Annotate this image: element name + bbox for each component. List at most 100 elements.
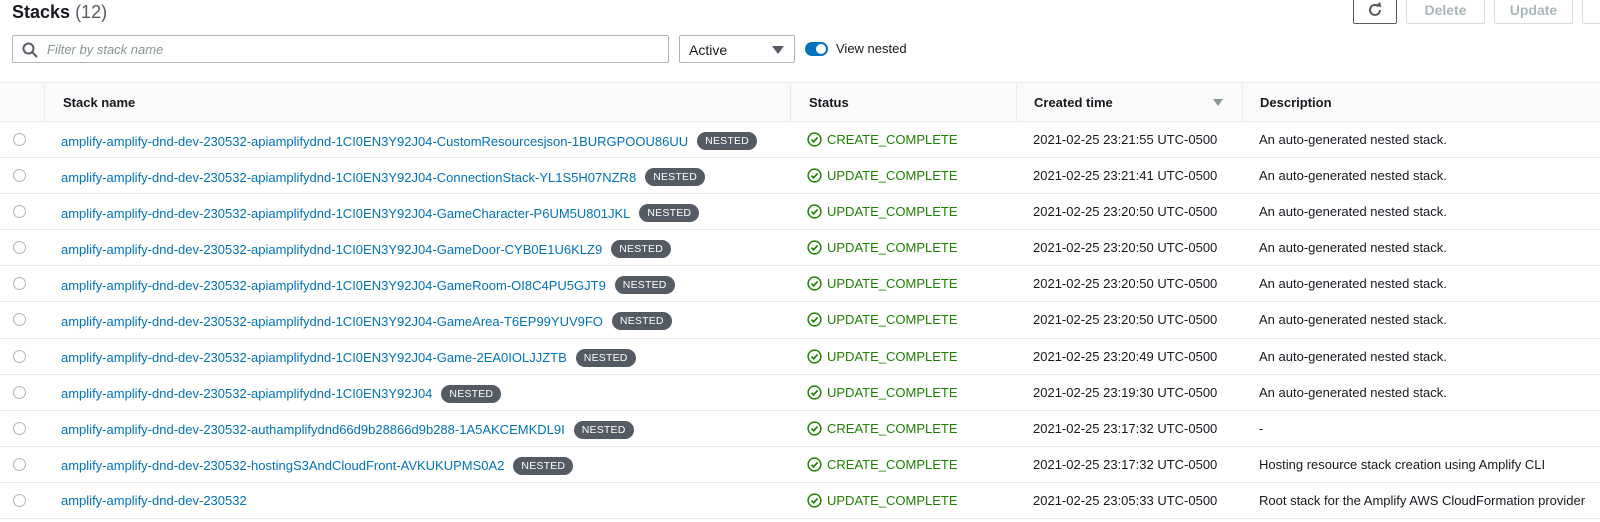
created-time-cell: 2021-02-25 23:21:55 UTC-0500: [1033, 132, 1218, 147]
update-button[interactable]: Update: [1494, 0, 1573, 24]
status-cell: CREATE_COMPLETE: [807, 421, 958, 436]
more-actions-button[interactable]: [1582, 0, 1600, 24]
stack-name-link[interactable]: amplify-amplify-dnd-dev-230532-apiamplif…: [61, 170, 636, 185]
created-time-cell: 2021-02-25 23:21:41 UTC-0500: [1033, 168, 1218, 184]
view-nested-label: View nested: [836, 41, 907, 56]
table-row[interactable]: amplify-amplify-dnd-dev-230532-apiamplif…: [0, 194, 1600, 231]
status-cell: UPDATE_COMPLETE: [807, 204, 958, 219]
column-header-description[interactable]: Description: [1242, 83, 1600, 122]
table-row[interactable]: amplify-amplify-dnd-dev-230532-apiamplif…: [0, 122, 1600, 159]
sort-down-icon[interactable]: [1213, 99, 1223, 106]
stack-name-cell: amplify-amplify-dnd-dev-230532-authampli…: [61, 420, 634, 439]
table-header: Stack name Status Created time Descripti…: [0, 82, 1600, 122]
row-select-radio[interactable]: [13, 277, 26, 291]
row-select-radio[interactable]: [13, 133, 26, 146]
check-circle-icon: [807, 493, 822, 508]
row-select-radio[interactable]: [13, 169, 26, 183]
description-cell: An auto-generated nested stack.: [1259, 348, 1447, 364]
description-cell: An auto-generated nested stack.: [1259, 276, 1447, 292]
table-row[interactable]: amplify-amplify-dnd-dev-230532-apiamplif…: [0, 302, 1600, 339]
table-row[interactable]: amplify-amplify-dnd-dev-230532-apiamplif…: [0, 266, 1600, 303]
row-select-radio[interactable]: [13, 313, 26, 327]
stack-name-link[interactable]: amplify-amplify-dnd-dev-230532-apiamplif…: [61, 134, 688, 149]
check-circle-icon: [807, 240, 822, 255]
table-row[interactable]: amplify-amplify-dnd-dev-230532-apiamplif…: [0, 339, 1600, 375]
search-box[interactable]: [12, 35, 669, 63]
status-cell: UPDATE_COMPLETE: [807, 312, 958, 327]
status-cell: UPDATE_COMPLETE: [807, 240, 958, 255]
created-time-cell: 2021-02-25 23:19:30 UTC-0500: [1033, 384, 1218, 400]
column-header-created-time[interactable]: Created time: [1016, 83, 1242, 122]
nested-badge: NESTED: [441, 384, 502, 403]
status-cell: CREATE_COMPLETE: [807, 132, 958, 147]
description-cell: Root stack for the Amplify AWS CloudForm…: [1259, 492, 1586, 508]
table-row[interactable]: amplify-amplify-dnd-dev-230532 UPDATE_CO…: [0, 483, 1600, 520]
created-time-cell: 2021-02-25 23:17:32 UTC-0500: [1033, 420, 1218, 436]
check-circle-icon: [807, 421, 822, 436]
column-header-stack-name[interactable]: Stack name: [44, 83, 790, 122]
nested-badge: NESTED: [611, 312, 672, 331]
stack-name-cell: amplify-amplify-dnd-dev-230532-apiamplif…: [61, 240, 671, 259]
stack-name-cell: amplify-amplify-dnd-dev-230532-apiamplif…: [61, 132, 757, 150]
delete-button[interactable]: Delete: [1406, 0, 1485, 24]
search-input[interactable]: [45, 38, 655, 60]
description-cell: An auto-generated nested stack.: [1259, 240, 1447, 256]
status-cell: UPDATE_COMPLETE: [807, 493, 958, 508]
status-text: UPDATE_COMPLETE: [827, 204, 958, 220]
stack-name-cell: amplify-amplify-dnd-dev-230532-apiamplif…: [61, 348, 636, 367]
stack-name-link[interactable]: amplify-amplify-dnd-dev-230532-apiamplif…: [61, 206, 630, 221]
stack-name-cell: amplify-amplify-dnd-dev-230532: [61, 493, 247, 508]
description-cell: An auto-generated nested stack.: [1259, 384, 1447, 400]
caret-down-icon: [772, 46, 784, 54]
status-filter-value: Active: [689, 42, 728, 58]
row-select-radio[interactable]: [13, 457, 26, 471]
view-nested-toggle[interactable]: [805, 42, 828, 56]
page-header: Stacks (12) Delete Update: [0, 0, 1600, 30]
stack-name-link[interactable]: amplify-amplify-dnd-dev-230532-apiamplif…: [61, 314, 603, 329]
stack-name-link[interactable]: amplify-amplify-dnd-dev-230532-apiamplif…: [61, 386, 432, 401]
table-body: amplify-amplify-dnd-dev-230532-apiamplif…: [0, 122, 1600, 520]
status-text: CREATE_COMPLETE: [827, 132, 958, 147]
table-row[interactable]: amplify-amplify-dnd-dev-230532-apiamplif…: [0, 375, 1600, 411]
status-filter-select[interactable]: Active: [679, 35, 795, 63]
row-select-radio[interactable]: [13, 421, 26, 435]
created-time-cell: 2021-02-25 23:05:33 UTC-0500: [1033, 492, 1218, 508]
status-cell: UPDATE_COMPLETE: [807, 168, 958, 183]
description-cell: An auto-generated nested stack.: [1259, 132, 1447, 147]
row-select-radio[interactable]: [13, 385, 26, 399]
description-cell: An auto-generated nested stack.: [1259, 204, 1447, 220]
table-row[interactable]: amplify-amplify-dnd-dev-230532-hostingS3…: [0, 447, 1600, 483]
status-text: UPDATE_COMPLETE: [827, 384, 958, 400]
created-time-cell: 2021-02-25 23:20:49 UTC-0500: [1033, 348, 1218, 364]
stack-name-link[interactable]: amplify-amplify-dnd-dev-230532-hostingS3…: [61, 458, 504, 473]
status-text: UPDATE_COMPLETE: [827, 276, 958, 292]
row-select-radio[interactable]: [13, 205, 26, 219]
row-select-radio[interactable]: [13, 241, 26, 255]
check-circle-icon: [807, 312, 822, 328]
filter-bar: Active View nested: [0, 35, 1600, 65]
page-title-text: Stacks: [12, 2, 71, 22]
nested-badge: NESTED: [573, 420, 634, 439]
table-row[interactable]: amplify-amplify-dnd-dev-230532-authampli…: [0, 411, 1600, 447]
search-icon: [22, 42, 38, 58]
stack-name-link[interactable]: amplify-amplify-dnd-dev-230532-apiamplif…: [61, 242, 602, 257]
row-select-radio[interactable]: [13, 349, 26, 363]
column-header-status[interactable]: Status: [790, 83, 1016, 122]
row-select-radio[interactable]: [13, 493, 26, 507]
stack-name-link[interactable]: amplify-amplify-dnd-dev-230532: [61, 493, 247, 508]
stack-name-link[interactable]: amplify-amplify-dnd-dev-230532-apiamplif…: [61, 350, 567, 365]
check-circle-icon: [807, 204, 822, 219]
created-time-cell: 2021-02-25 23:20:50 UTC-0500: [1033, 276, 1218, 292]
stack-name-cell: amplify-amplify-dnd-dev-230532-apiamplif…: [61, 204, 700, 223]
description-cell: An auto-generated nested stack.: [1259, 168, 1447, 184]
table-row[interactable]: amplify-amplify-dnd-dev-230532-apiamplif…: [0, 230, 1600, 267]
toggle-knob: [816, 44, 826, 54]
status-cell: UPDATE_COMPLETE: [807, 385, 958, 400]
page-title: Stacks (12): [12, 2, 107, 23]
stack-name-link[interactable]: amplify-amplify-dnd-dev-230532-apiamplif…: [61, 278, 606, 293]
stack-name-link[interactable]: amplify-amplify-dnd-dev-230532-authampli…: [61, 422, 565, 437]
table-row[interactable]: amplify-amplify-dnd-dev-230532-apiamplif…: [0, 158, 1600, 195]
status-text: UPDATE_COMPLETE: [827, 348, 958, 364]
refresh-button[interactable]: [1353, 0, 1397, 24]
created-time-cell: 2021-02-25 23:17:32 UTC-0500: [1033, 456, 1218, 472]
